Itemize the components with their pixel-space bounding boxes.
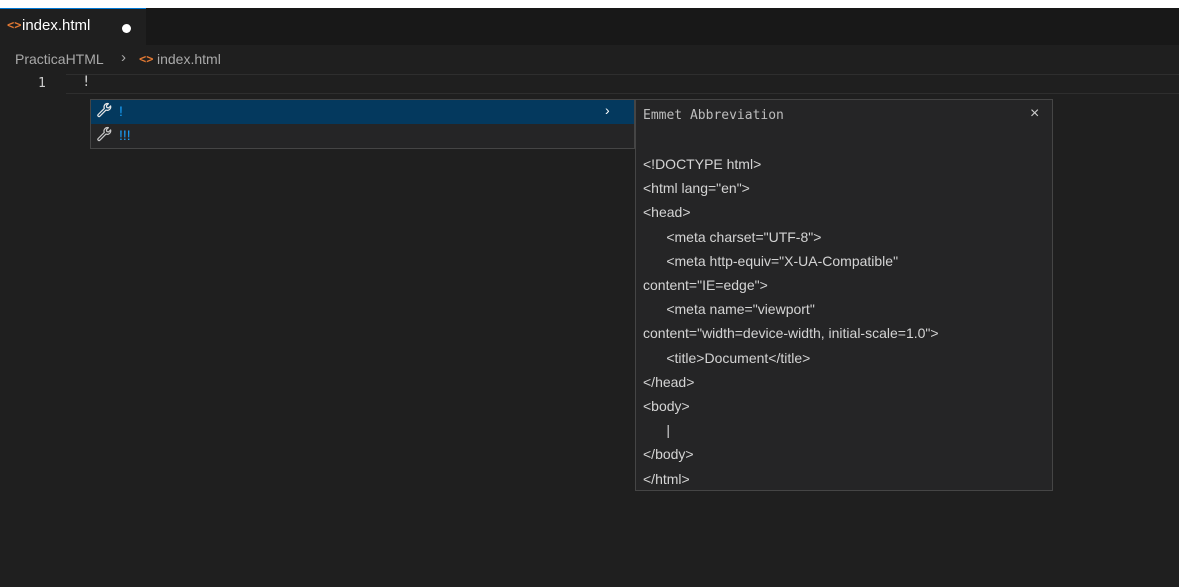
preview-line: content="width=device-width, initial-sca…	[643, 325, 939, 342]
tab-bar: <> index.html	[0, 8, 1179, 45]
html-file-icon: <>	[7, 18, 22, 32]
preview-line: <!DOCTYPE html>	[643, 156, 762, 172]
preview-line: <html lang="en">	[643, 180, 750, 197]
suggestion-details-panel: Emmet Abbreviation × <!DOCTYPE html> <ht…	[635, 99, 1053, 491]
tab-index-html[interactable]: <> index.html	[0, 8, 146, 45]
top-strip	[0, 0, 1179, 8]
wrench-snippet-icon	[97, 126, 112, 142]
suggestion-item[interactable]: !!!	[91, 124, 634, 148]
line-number: 1	[38, 76, 46, 91]
suggestion-widget: ! › !!!	[90, 99, 635, 149]
html-file-icon: <>	[139, 52, 154, 66]
preview-line: <meta http-equiv="X-UA-Compatible"	[643, 252, 899, 269]
chevron-right-icon: ›	[121, 49, 126, 66]
breadcrumb-folder[interactable]: PracticaHTML	[15, 51, 104, 67]
breadcrumb: PracticaHTML › <> index.html	[0, 45, 1179, 73]
suggestion-label: !!!	[119, 127, 131, 143]
preview-line: <meta name="viewport"	[643, 301, 815, 318]
preview-line: </head>	[643, 373, 695, 390]
preview-line: </html>	[643, 470, 690, 487]
preview-line: |	[643, 422, 670, 439]
tab-label: index.html	[22, 17, 91, 34]
preview-line: <title>Document</title>	[643, 349, 811, 366]
wrench-snippet-icon	[97, 102, 112, 118]
close-icon[interactable]: ×	[1030, 105, 1039, 123]
suggestion-label: !	[119, 103, 123, 119]
breadcrumb-file[interactable]: index.html	[157, 51, 221, 67]
preview-line: </body>	[643, 446, 694, 463]
current-line-highlight	[66, 74, 1179, 94]
suggestion-item[interactable]: ! ›	[91, 100, 634, 124]
editor-line-text[interactable]: !	[82, 74, 90, 90]
preview-line: content="IE=edge">	[643, 277, 768, 294]
preview-line: <head>	[643, 204, 691, 221]
details-code-preview: <!DOCTYPE html> <html lang="en"> <head> …	[643, 152, 1048, 491]
chevron-right-icon[interactable]: ›	[605, 102, 610, 118]
preview-line: <meta charset="UTF-8">	[643, 228, 822, 245]
preview-line: <body>	[643, 398, 690, 415]
unsaved-dot-icon[interactable]	[122, 24, 131, 33]
details-title: Emmet Abbreviation	[643, 108, 784, 123]
